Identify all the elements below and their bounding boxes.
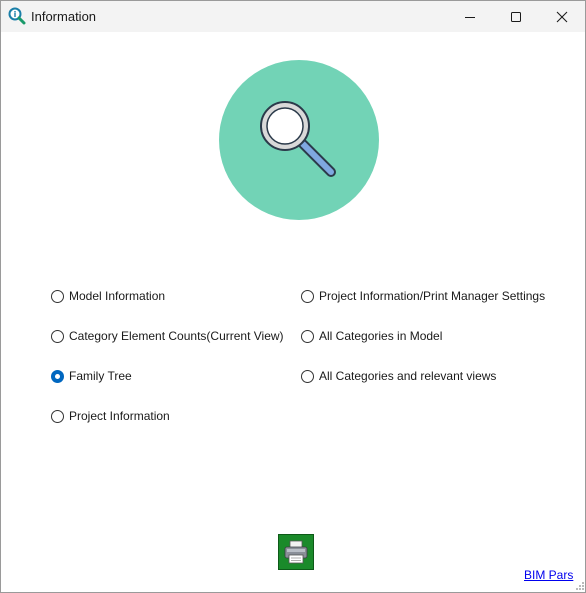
option-model-information[interactable]: Model Information bbox=[51, 288, 165, 304]
magnifier-icon bbox=[260, 101, 336, 177]
window-title: Information bbox=[31, 9, 97, 24]
bim-pars-link[interactable]: BIM Pars bbox=[524, 568, 573, 582]
magnifier-info-icon: i bbox=[8, 7, 26, 25]
minimize-button[interactable] bbox=[447, 1, 493, 32]
print-button[interactable] bbox=[278, 534, 314, 570]
printer-icon bbox=[284, 540, 308, 564]
option-label: All Categories and relevant views bbox=[319, 369, 497, 383]
minimize-icon bbox=[465, 16, 475, 18]
radio-button[interactable] bbox=[51, 409, 64, 423]
hero-circle bbox=[219, 60, 379, 220]
maximize-icon bbox=[511, 11, 521, 22]
close-button[interactable] bbox=[539, 1, 585, 32]
option-label: Model Information bbox=[69, 289, 166, 303]
radio-button[interactable] bbox=[301, 369, 314, 383]
resize-grip-icon[interactable] bbox=[575, 581, 585, 591]
option-project-info-print-settings[interactable]: Project Information/Print Manager Settin… bbox=[301, 288, 545, 304]
option-all-categories-in-model[interactable]: All Categories in Model bbox=[301, 328, 442, 344]
option-label: All Categories in Model bbox=[319, 329, 443, 343]
option-label: Family Tree bbox=[69, 369, 132, 383]
option-all-categories-relevant-views[interactable]: All Categories and relevant views bbox=[301, 368, 496, 384]
close-icon bbox=[556, 11, 568, 22]
radio-button[interactable] bbox=[51, 329, 64, 343]
radio-button[interactable] bbox=[51, 289, 64, 303]
option-label: Project Information/Print Manager Settin… bbox=[319, 289, 546, 303]
option-project-information[interactable]: Project Information bbox=[51, 408, 170, 424]
radio-button-checked[interactable] bbox=[51, 369, 64, 383]
title-bar[interactable]: i Information bbox=[1, 1, 585, 32]
information-window: i Information Model Information Category… bbox=[0, 0, 586, 593]
radio-button[interactable] bbox=[301, 329, 314, 343]
option-label: Project Information bbox=[69, 409, 170, 423]
maximize-button[interactable] bbox=[493, 1, 539, 32]
option-category-element-counts[interactable]: Category Element Counts(Current View) bbox=[51, 328, 284, 344]
option-family-tree[interactable]: Family Tree bbox=[51, 368, 132, 384]
svg-text:i: i bbox=[14, 10, 17, 19]
option-label: Category Element Counts(Current View) bbox=[69, 329, 284, 343]
radio-button[interactable] bbox=[301, 289, 314, 303]
